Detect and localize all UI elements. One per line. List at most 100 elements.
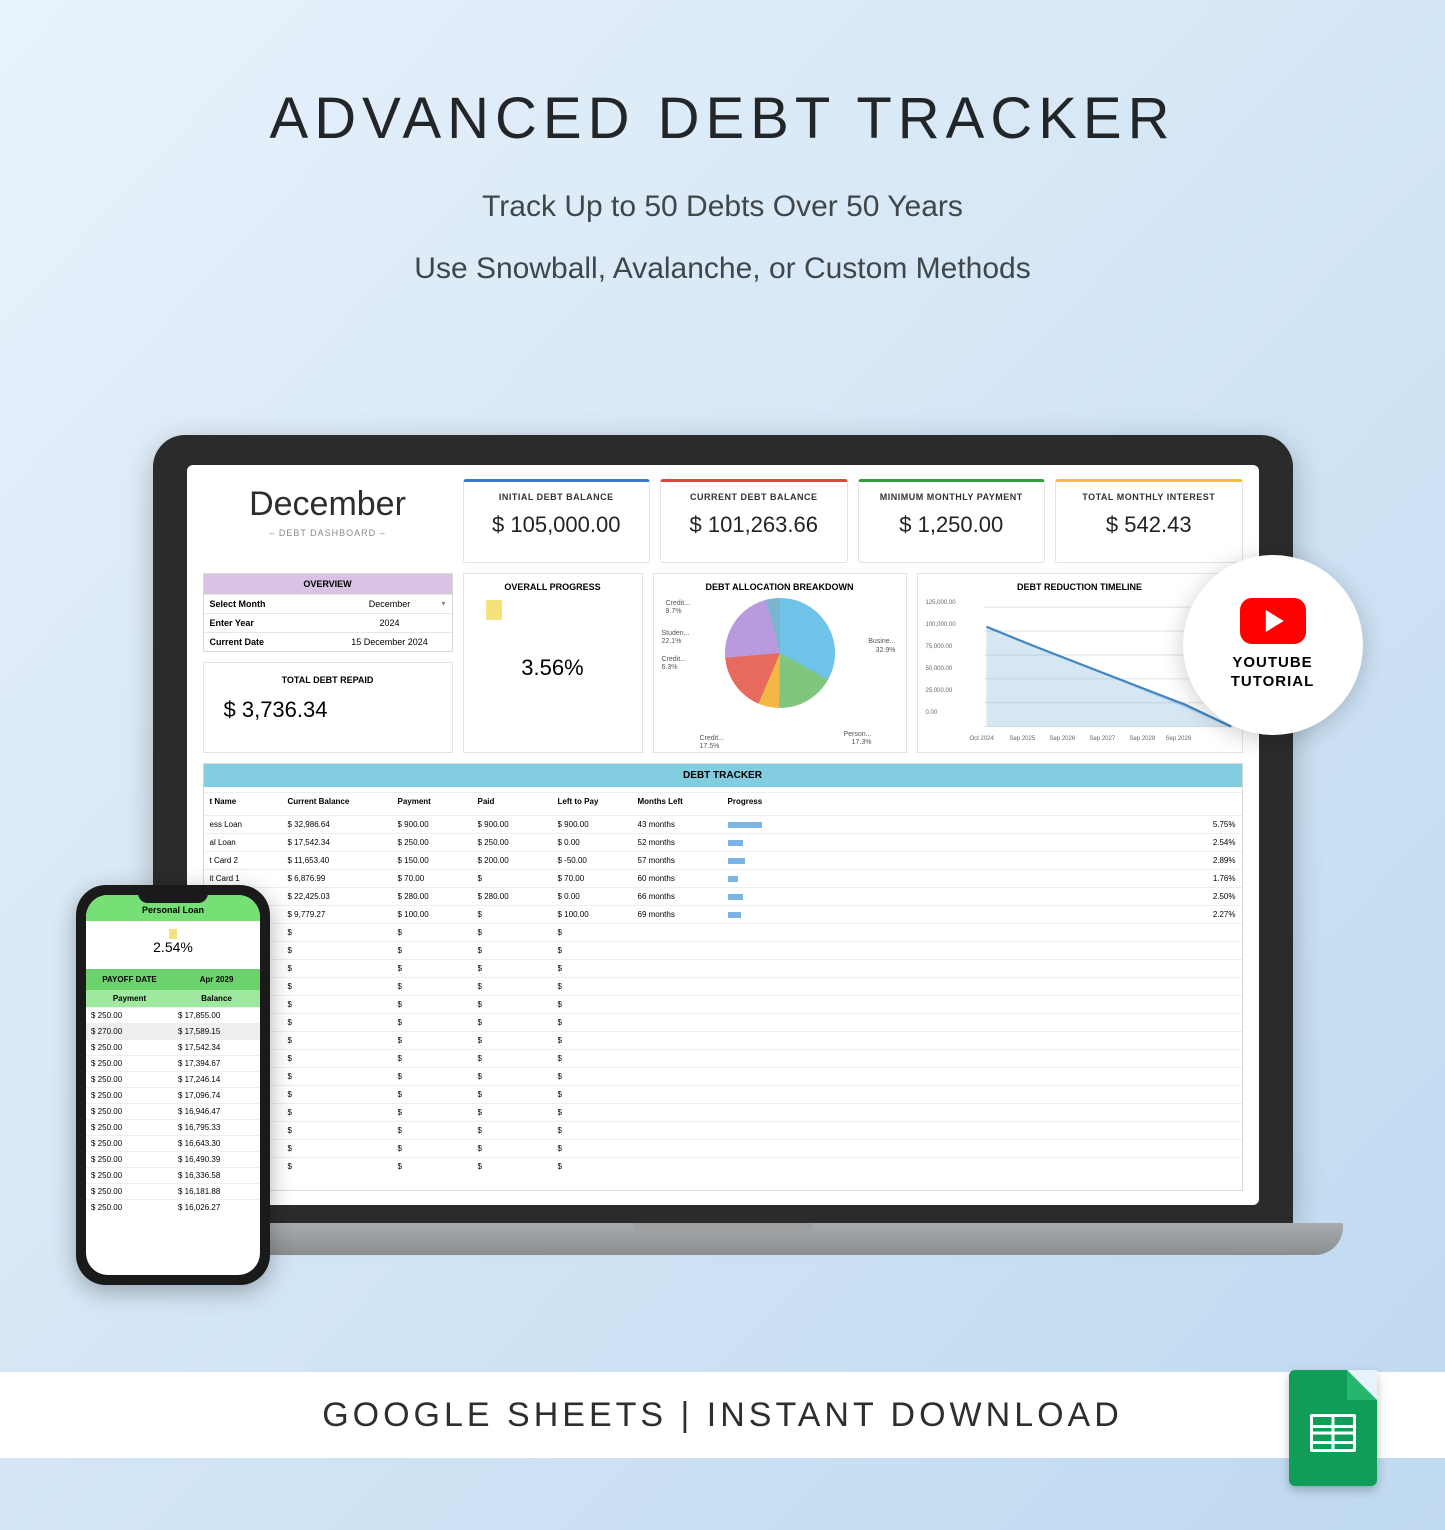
pie-value-credit3: 9.7% <box>666 608 682 615</box>
x-tick: Sep 2027 <box>1090 736 1116 742</box>
overview-key: Current Date <box>204 633 328 651</box>
footer-text: GOOGLE SHEETS | INSTANT DOWNLOAD <box>322 1396 1123 1435</box>
table-row[interactable]: t Card 2$ 11,653.40$ 150.00$ 200.00$ -50… <box>204 851 1242 869</box>
stat-value: $ 101,263.66 <box>665 512 843 538</box>
phone-table-row[interactable]: $ 250.00$ 17,246.14 <box>86 1071 260 1087</box>
table-row-empty[interactable]: $$$$ <box>204 941 1242 959</box>
overview-key: Select Month <box>204 595 328 613</box>
phone-table-row[interactable]: $ 250.00$ 17,096.74 <box>86 1087 260 1103</box>
table-row-empty[interactable]: $$$$ <box>204 1067 1242 1085</box>
stat-label: TOTAL MONTHLY INTEREST <box>1060 492 1238 502</box>
allocation-title: DEBT ALLOCATION BREAKDOWN <box>660 582 900 592</box>
overview-panel: OVERVIEW Select MonthDecemberEnter Year2… <box>203 573 453 652</box>
y-tick: 100,000.00 <box>926 622 956 628</box>
y-tick: 25,000.00 <box>926 688 953 694</box>
overview-row: Current Date15 December 2024 <box>204 632 452 651</box>
table-row[interactable]: ent Loan$ 22,425.03$ 280.00$ 280.00$ 0.0… <box>204 887 1242 905</box>
table-row-empty[interactable]: $$$$ <box>204 1121 1242 1139</box>
overview-value[interactable]: December <box>328 595 452 613</box>
table-row-empty[interactable]: $$$$ <box>204 1103 1242 1121</box>
table-row-empty[interactable]: $$$$ <box>204 1085 1242 1103</box>
hero-subtitle-1: Track Up to 50 Debts Over 50 Years <box>0 190 1445 224</box>
table-row[interactable]: it Card 3$ 9,779.27$ 100.00$$ 100.0069 m… <box>204 905 1242 923</box>
y-tick: 75,000.00 <box>926 644 953 650</box>
table-row-empty[interactable]: $$$$ <box>204 1031 1242 1049</box>
table-row-empty[interactable]: $$$$ <box>204 959 1242 977</box>
pie-value-personal: 17.3% <box>852 739 872 746</box>
phone-col-payment: Payment <box>86 990 173 1007</box>
phone-table-row[interactable]: $ 250.00$ 17,855.00 <box>86 1007 260 1023</box>
table-row[interactable]: it Card 1$ 6,876.99$ 70.00$$ 70.0060 mon… <box>204 869 1242 887</box>
overview-value: 2024 <box>328 614 452 632</box>
phone-table-row[interactable]: $ 250.00$ 16,490.39 <box>86 1151 260 1167</box>
table-row[interactable]: ess Loan$ 32,986.64$ 900.00$ 900.00$ 900… <box>204 815 1242 833</box>
pie-label-student: Studen... <box>662 630 690 637</box>
table-row-empty[interactable]: $$$$ <box>204 1139 1242 1157</box>
phone-table-row[interactable]: $ 250.00$ 16,181.88 <box>86 1183 260 1199</box>
youtube-icon <box>1240 598 1306 644</box>
x-tick: Sep 2028 <box>1130 736 1156 742</box>
total-repaid-value: $ 3,736.34 <box>212 697 444 723</box>
pie-label-credit1: Credit... <box>700 735 725 742</box>
phone-screen: Personal Loan 2.54% PAYOFF DATE Apr 2029… <box>86 895 260 1275</box>
pie-label-personal: Person... <box>843 731 871 738</box>
table-row-empty[interactable]: $$$$ <box>204 995 1242 1013</box>
phone-table-row[interactable]: $ 270.00$ 17,589.15 <box>86 1023 260 1039</box>
table-row-empty[interactable]: $$$$ <box>204 1157 1242 1175</box>
stat-label: INITIAL DEBT BALANCE <box>468 492 646 502</box>
pie-label-credit3: Credit... <box>666 600 691 607</box>
phone-table-row[interactable]: $ 250.00$ 16,643.30 <box>86 1135 260 1151</box>
phone-table-row[interactable]: $ 250.00$ 16,026.27 <box>86 1199 260 1215</box>
overall-progress-value: 3.56% <box>521 655 583 681</box>
tracker-column-header: Left to Pay <box>552 792 632 810</box>
overall-progress-card: OVERALL PROGRESS 3.56% <box>463 573 643 753</box>
table-row-empty[interactable]: $$$$ <box>204 1013 1242 1031</box>
table-row-empty[interactable]: $$$$ <box>204 977 1242 995</box>
youtube-badge[interactable]: YOUTUBETUTORIAL <box>1183 555 1363 735</box>
y-tick: 0.00 <box>926 710 938 716</box>
phone-table-row[interactable]: $ 250.00$ 16,336.58 <box>86 1167 260 1183</box>
phone-table-row[interactable]: $ 250.00$ 16,795.33 <box>86 1119 260 1135</box>
tracker-column-header: Paid <box>472 792 552 810</box>
phone-table-row[interactable]: $ 250.00$ 17,542.34 <box>86 1039 260 1055</box>
phone-progress-value: 2.54% <box>90 939 256 955</box>
table-row-empty[interactable]: $$$$ <box>204 923 1242 941</box>
dashboard-screen: December – DEBT DASHBOARD – INITIAL DEBT… <box>187 465 1259 1205</box>
stat-value: $ 105,000.00 <box>468 512 646 538</box>
tracker-column-header: Months Left <box>632 792 722 810</box>
stat-card-0: INITIAL DEBT BALANCE $ 105,000.00 <box>463 479 651 563</box>
pie-label-business: Busine... <box>868 638 895 645</box>
month-heading: December – DEBT DASHBOARD – <box>203 479 453 563</box>
phone-table-header: Payment Balance <box>86 990 260 1007</box>
phone-table-row[interactable]: $ 250.00$ 16,946.47 <box>86 1103 260 1119</box>
overview-key: Enter Year <box>204 614 328 632</box>
tracker-column-header: t Name <box>204 792 282 810</box>
pie-value-student: 22.1% <box>662 638 682 645</box>
overview-row[interactable]: Select MonthDecember <box>204 594 452 613</box>
pie-chart: Busine... 32.9% Person... 17.3% Credit..… <box>660 592 900 744</box>
pie-value-credit1: 17.5% <box>700 743 720 750</box>
allocation-card: DEBT ALLOCATION BREAKDOWN Busine... 32.9… <box>653 573 907 753</box>
stat-value: $ 1,250.00 <box>863 512 1041 538</box>
stat-card-3: TOTAL MONTHLY INTEREST $ 542.43 <box>1055 479 1243 563</box>
x-tick: Oct 2024 <box>970 736 994 742</box>
hero-subtitle-2: Use Snowball, Avalanche, or Custom Metho… <box>0 252 1445 286</box>
pie-value-business: 32.9% <box>876 647 896 654</box>
phone-table-row[interactable]: $ 250.00$ 17,394.67 <box>86 1055 260 1071</box>
table-row-empty[interactable]: $$$$ <box>204 1049 1242 1067</box>
phone-mockup: Personal Loan 2.54% PAYOFF DATE Apr 2029… <box>76 885 270 1285</box>
phone-payoff-label: PAYOFF DATE <box>86 969 173 990</box>
stat-card-2: MINIMUM MONTHLY PAYMENT$ 1,250.00 <box>858 479 1046 563</box>
y-tick: 125,000.00 <box>926 600 956 606</box>
phone-payoff-value: Apr 2029 <box>173 969 260 990</box>
phone-progress-icon <box>169 929 177 939</box>
y-tick: 50,000.00 <box>926 666 953 672</box>
footer-bar: GOOGLE SHEETS | INSTANT DOWNLOAD <box>0 1372 1445 1458</box>
table-row[interactable]: al Loan$ 17,542.34$ 250.00$ 250.00$ 0.00… <box>204 833 1242 851</box>
tracker-column-header <box>1192 792 1242 810</box>
phone-notch <box>138 889 208 903</box>
tracker-column-header: Current Balance <box>282 792 392 810</box>
laptop-base <box>103 1223 1343 1255</box>
hero-title: ADVANCED DEBT TRACKER <box>0 85 1445 152</box>
stat-value: $ 542.43 <box>1060 512 1238 538</box>
